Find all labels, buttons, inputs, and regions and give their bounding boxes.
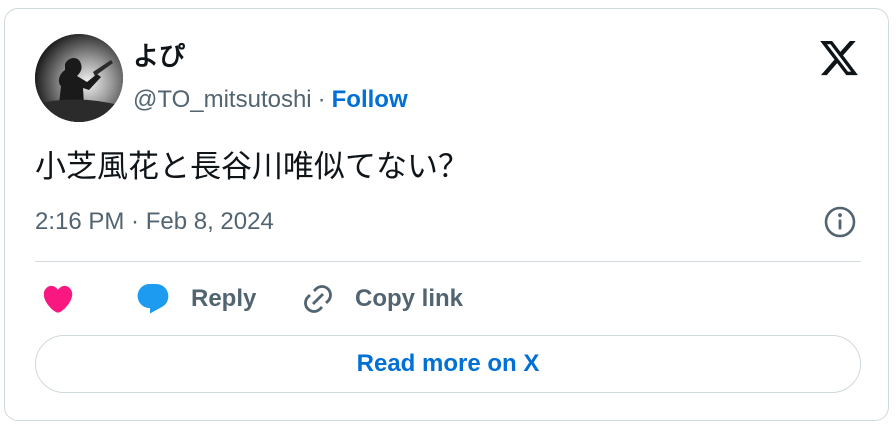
avatar-image bbox=[35, 34, 123, 122]
reply-button[interactable]: Reply bbox=[135, 277, 256, 321]
action-bar: Reply Copy link bbox=[35, 277, 861, 321]
link-icon bbox=[304, 285, 332, 313]
divider bbox=[35, 261, 861, 262]
user-handle[interactable]: @TO_mitsutoshi bbox=[133, 86, 312, 113]
copy-link-button[interactable]: Copy link bbox=[301, 277, 463, 321]
reply-label: Reply bbox=[191, 285, 257, 312]
info-icon[interactable] bbox=[823, 205, 857, 239]
heart-icon bbox=[43, 285, 73, 313]
separator-dot: · bbox=[317, 86, 326, 113]
tweet-text: 小芝風花と長谷川唯似てない？ bbox=[35, 149, 469, 185]
avatar[interactable] bbox=[35, 34, 123, 122]
tweet-card: よぴ @TO_mitsutoshi · Follow 小芝風花と長谷川唯似てない？ … bbox=[4, 8, 889, 421]
handle-row: @TO_mitsutoshi · Follow bbox=[133, 85, 408, 115]
follow-link[interactable]: Follow bbox=[332, 86, 408, 113]
display-name[interactable]: よぴ bbox=[133, 41, 185, 71]
copy-link-label: Copy link bbox=[355, 285, 464, 312]
x-logo-icon[interactable] bbox=[818, 37, 860, 79]
speech-bubble-icon bbox=[137, 284, 169, 314]
read-more-button[interactable]: Read more on X bbox=[35, 335, 861, 393]
like-button[interactable] bbox=[41, 277, 75, 321]
timestamp[interactable]: 2:16 PM · Feb 8, 2024 bbox=[35, 207, 274, 237]
